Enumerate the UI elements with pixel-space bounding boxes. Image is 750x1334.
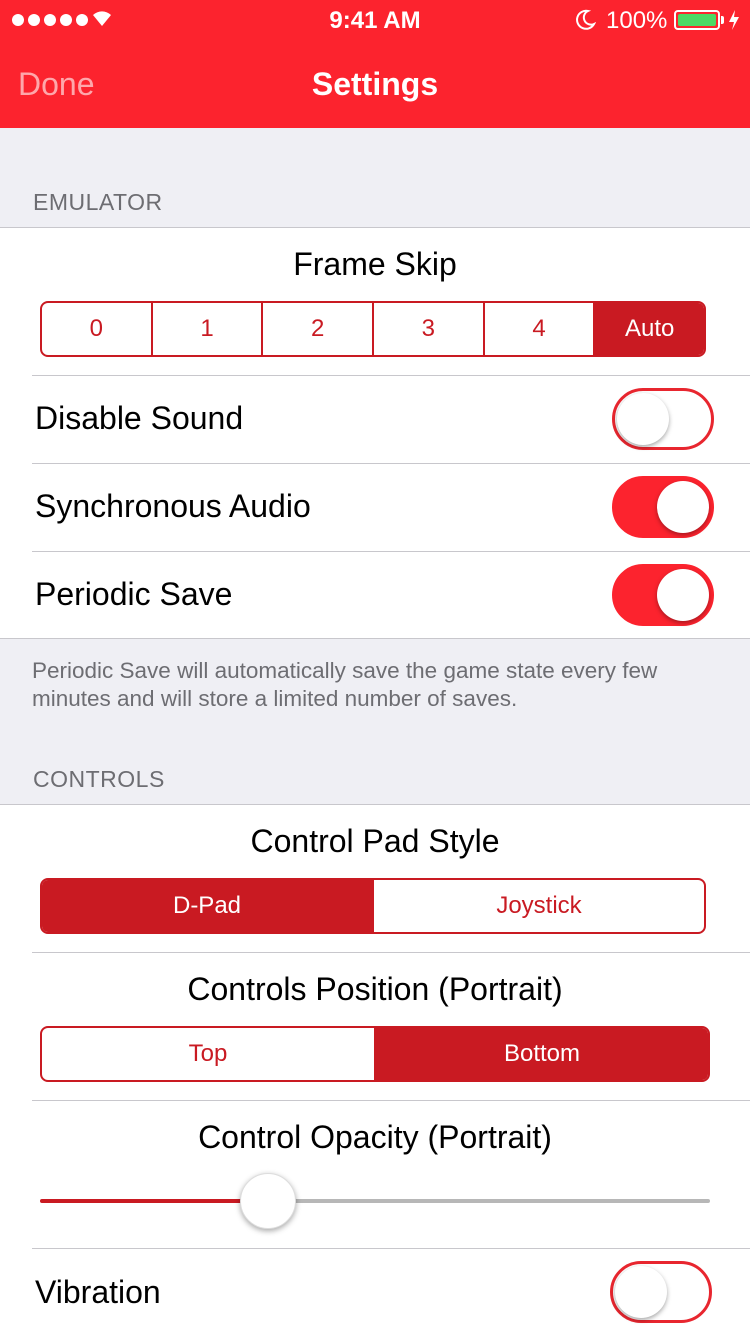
battery-cap bbox=[721, 16, 724, 24]
periodic-save-label: Periodic Save bbox=[35, 576, 233, 612]
opacity-slider-min-track bbox=[40, 1199, 268, 1203]
frame-skip-option[interactable]: 4 bbox=[482, 303, 594, 355]
position-option-bottom[interactable]: Bottom bbox=[374, 1028, 708, 1080]
frame-skip-option[interactable]: 0 bbox=[42, 303, 151, 355]
status-bar: 9:41 AM 100% bbox=[0, 0, 750, 40]
controls-group: Control Pad Style D-Pad Joystick Control… bbox=[0, 804, 750, 1334]
frame-skip-option[interactable]: Auto bbox=[593, 303, 704, 355]
frame-skip-option[interactable]: 1 bbox=[150, 303, 262, 355]
page-title: Settings bbox=[311, 66, 439, 102]
separator bbox=[32, 551, 750, 552]
pad-style-option-joystick[interactable]: Joystick bbox=[372, 880, 704, 932]
separator bbox=[32, 463, 750, 464]
synchronous-audio-toggle[interactable] bbox=[612, 476, 714, 538]
vibration-label: Vibration bbox=[35, 1274, 161, 1310]
pad-style-option-dpad[interactable]: D-Pad bbox=[42, 880, 372, 932]
periodic-save-footer: Periodic Save will automatically save th… bbox=[32, 658, 658, 711]
frame-skip-option[interactable]: 3 bbox=[372, 303, 483, 355]
control-pad-style-title: Control Pad Style bbox=[250, 823, 500, 859]
controls-position-title: Controls Position (Portrait) bbox=[187, 971, 563, 1007]
section-header-emulator: EMULATOR bbox=[33, 189, 163, 215]
frame-skip-segmented-control[interactable]: 0 1 2 3 4 Auto bbox=[40, 301, 706, 357]
disable-sound-label: Disable Sound bbox=[35, 400, 244, 436]
separator bbox=[32, 375, 750, 376]
charging-bolt-icon bbox=[729, 10, 739, 30]
position-option-top[interactable]: Top bbox=[42, 1028, 374, 1080]
battery-percent: 100% bbox=[606, 7, 668, 34]
control-opacity-title: Control Opacity (Portrait) bbox=[198, 1119, 552, 1155]
moon-icon bbox=[576, 9, 596, 30]
periodic-save-toggle[interactable] bbox=[612, 564, 714, 626]
separator bbox=[32, 1248, 750, 1249]
vibration-toggle[interactable] bbox=[610, 1261, 712, 1323]
control-pad-style-segmented-control[interactable]: D-Pad Joystick bbox=[40, 878, 706, 934]
opacity-slider-thumb[interactable] bbox=[239, 1173, 296, 1229]
opacity-slider-max-track[interactable] bbox=[267, 1199, 710, 1203]
battery-icon bbox=[674, 10, 720, 30]
separator bbox=[32, 1100, 750, 1101]
disable-sound-toggle[interactable] bbox=[612, 388, 714, 450]
separator bbox=[32, 952, 750, 953]
emulator-group: Frame Skip 0 1 2 3 4 Auto Disable Sound … bbox=[0, 227, 750, 639]
controls-position-segmented-control[interactable]: Top Bottom bbox=[40, 1026, 710, 1082]
navigation-bar: 9:41 AM 100% Done Settings bbox=[0, 0, 750, 128]
frame-skip-title: Frame Skip bbox=[293, 246, 457, 282]
section-header-controls: CONTROLS bbox=[33, 766, 165, 792]
frame-skip-option[interactable]: 2 bbox=[261, 303, 372, 355]
synchronous-audio-label: Synchronous Audio bbox=[35, 488, 311, 524]
